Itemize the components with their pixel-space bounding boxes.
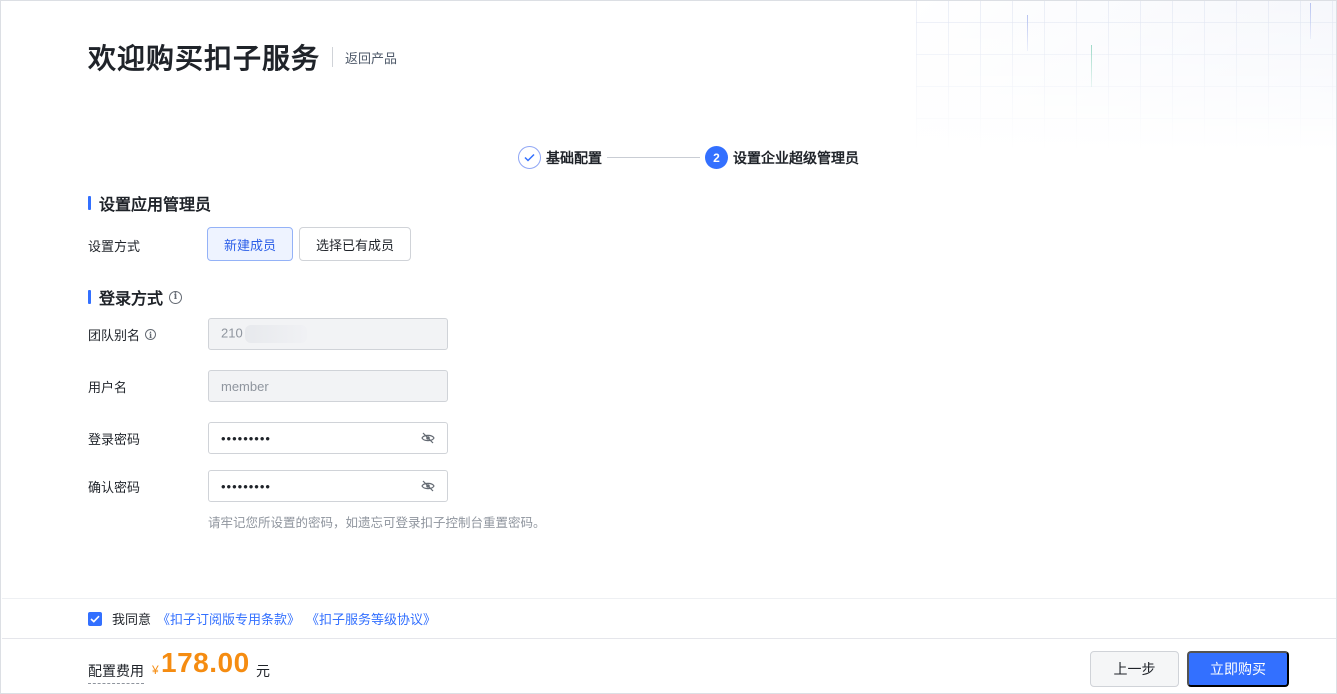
previous-step-button[interactable]: 上一步 [1090,651,1179,687]
section-accent-bar [88,290,91,304]
info-icon[interactable]: i [145,329,157,340]
username-label: 用户名 [88,380,128,395]
price-value: 178.00 [161,647,250,678]
team-alias-input: 210 [208,318,448,350]
subscription-terms-link[interactable]: 《扣子订阅版专用条款》 [157,609,300,628]
section-accent-bar [88,196,91,210]
confirm-password-label: 确认密码 [88,480,141,495]
confirm-password-input[interactable]: ••••••••• [208,470,448,502]
progress-steps: 基础配置 2 设置企业超级管理员 [518,146,859,169]
section-title-admin: 设置应用管理员 [88,191,211,215]
decoration-line [1091,45,1092,87]
eye-off-icon[interactable] [421,479,435,493]
page-title: 欢迎购买扣子服务 [88,43,321,74]
username-placeholder: member [221,378,269,394]
footer-bar: 配置费用 ¥ 178.00 元 上一步 立即购买 [2,638,1336,693]
username-input: member [208,370,448,402]
page-header: 欢迎购买扣子服务 返回产品 [88,37,397,77]
password-hint: 请牢记您所设置的密码，如遗忘可登录扣子控制台重置密码。 [208,516,546,530]
section-title-text: 登录方式 [99,291,164,308]
step-label: 设置企业超级管理员 [733,149,859,166]
step-connector [607,157,700,158]
header-background-decoration [916,1,1336,151]
confirm-password-value: ••••••••• [221,478,271,494]
method-label: 设置方式 [88,239,141,254]
new-member-button[interactable]: 新建成员 [207,227,293,261]
price-unit: 元 [256,663,270,679]
section-title-login: 登录方式 i [88,285,183,309]
agree-checkbox[interactable] [88,611,102,626]
team-alias-label: 团队别名 i [88,325,157,344]
section-title-text: 设置应用管理员 [99,197,212,214]
eye-off-icon[interactable] [421,431,435,445]
back-to-product-link[interactable]: 返回产品 [345,48,397,67]
buy-now-button[interactable]: 立即购买 [1187,651,1289,687]
header-divider [332,47,334,67]
password-label: 登录密码 [88,432,141,447]
decoration-line [1027,15,1028,51]
agreement-bar: 我同意 《扣子订阅版专用条款》 《扣子服务等级协议》 [2,598,1336,638]
password-value: ••••••••• [221,430,271,446]
step-basic-config: 基础配置 [518,146,602,169]
currency-symbol: ¥ [152,663,159,677]
step-number: 2 [705,146,728,169]
team-alias-value: 210 [221,325,435,343]
page-frame: 欢迎购买扣子服务 返回产品 基础配置 2 设置企业超级管理员 设置应用管理员 设… [0,0,1337,694]
decoration-line [1310,3,1311,39]
sla-link[interactable]: 《扣子服务等级协议》 [306,609,436,628]
check-icon [518,146,541,169]
team-alias-value-text: 210 [221,325,243,341]
info-icon[interactable]: i [169,290,183,304]
redacted-mask [244,325,307,343]
password-input[interactable]: ••••••••• [208,422,448,454]
existing-member-button[interactable]: 选择已有成员 [299,227,411,261]
step-label: 基础配置 [546,149,602,166]
agree-text: 我同意 [112,612,152,627]
step-super-admin: 2 设置企业超级管理员 [705,146,859,169]
team-alias-label-text: 团队别名 [88,328,141,343]
fee-label[interactable]: 配置费用 [88,661,144,684]
